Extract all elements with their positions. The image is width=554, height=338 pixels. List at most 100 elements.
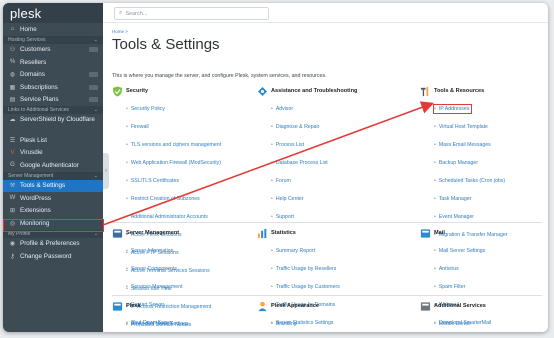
link-antivirus[interactable]: Antivirus xyxy=(434,266,459,272)
category-title: Plesk xyxy=(126,303,141,309)
sidebar-item-wordpress[interactable]: W WordPress xyxy=(3,192,103,205)
link-security-policy[interactable]: Security Policy xyxy=(126,106,165,112)
link-ip-addresses[interactable]: IP Addresses xyxy=(432,103,473,115)
category-link-row: Backup Manager xyxy=(434,151,507,169)
link-mobile-center[interactable]: Mobile Center xyxy=(434,321,471,327)
category-header: Statistics xyxy=(257,228,340,238)
link-backup-manager[interactable]: Backup Manager xyxy=(434,160,478,166)
link-task-manager[interactable]: Task Manager xyxy=(434,196,471,202)
link-restrict-creation-of-subzones[interactable]: Restrict Creation of Subzones xyxy=(126,196,200,202)
tools-resources-icon xyxy=(420,86,429,96)
sidebar-item-plesk-list[interactable]: ☰ Plesk List xyxy=(3,134,103,147)
virus-icon: V xyxy=(10,149,15,156)
counter-badge xyxy=(89,47,98,53)
category-header: Mail xyxy=(420,228,491,238)
sidebar-section-header[interactable]: Hosting Services ⌄ xyxy=(3,35,103,44)
link-process-list[interactable]: Process List xyxy=(271,142,304,148)
sidebar-item-label: Service Plans xyxy=(20,96,59,104)
link-firewall[interactable]: Firewall xyxy=(126,124,149,130)
assistance-icon xyxy=(257,86,268,96)
sidebar-section-label: Hosting Services xyxy=(8,36,46,43)
statistics-icon xyxy=(257,228,267,238)
link-restricted-mode-settings[interactable]: Restricted Mode Settings xyxy=(126,321,189,327)
category-link-row: Restricted Mode Settings xyxy=(126,312,189,330)
category-link-row: Summary Report xyxy=(271,239,340,257)
sidebar-item-label: Tools & Settings xyxy=(20,182,66,190)
sidebar-item-virusdie[interactable]: V Virusdie xyxy=(3,147,103,160)
sidebar-item-profile-preferences[interactable]: ◉ Profile & Preferences xyxy=(3,238,103,251)
category-link-row: Task Manager xyxy=(434,187,507,205)
link-summary-report[interactable]: Summary Report xyxy=(271,248,315,254)
link-traffic-usage-by-resellers[interactable]: Traffic Usage by Resellers xyxy=(271,266,336,272)
percent-icon: % xyxy=(9,59,16,66)
sidebar-item-subscriptions[interactable]: ▦ Subscriptions xyxy=(3,81,103,94)
breadcrumb[interactable]: Home > xyxy=(112,29,128,34)
chevron-down-icon: ⌄ xyxy=(93,172,98,179)
search-input[interactable]: ⌕ Search... xyxy=(114,7,269,20)
sidebar-section-label: Server Management xyxy=(8,172,54,179)
category-link-row: Traffic Usage by Customers xyxy=(271,275,340,293)
sidebar-section-header[interactable]: Links to Additional Services ⌄ xyxy=(3,106,103,114)
appearance-icon xyxy=(258,301,267,311)
link-server-information[interactable]: Server Information xyxy=(126,248,174,254)
sidebar-section-header[interactable]: Server Management ⌄ xyxy=(3,171,103,180)
link-virtual-host-template[interactable]: Virtual Host Template xyxy=(434,124,488,130)
category-title: Assistance and Troubleshooting xyxy=(271,88,358,94)
link-web-application-firewall-modsecurity[interactable]: Web Application Firewall (ModSecurity) xyxy=(126,160,221,166)
link-scheduled-tasks-cron-jobs[interactable]: Scheduled Tasks (Cron jobs) xyxy=(434,178,505,184)
link-advisor[interactable]: Advisor xyxy=(271,106,293,112)
grid-icon: ▦ xyxy=(9,84,16,91)
link-traffic-usage-by-customers[interactable]: Traffic Usage by Customers xyxy=(271,284,340,290)
category-title: Mail xyxy=(434,230,445,236)
link-services-management[interactable]: Services Management xyxy=(126,284,182,290)
link-additional-administrator-accounts[interactable]: Additional Administrator Accounts xyxy=(126,214,208,220)
link-mass-email-messages[interactable]: Mass Email Messages xyxy=(434,142,491,148)
sidebar-item-extensions[interactable]: ⊞ Extensions xyxy=(3,205,103,218)
globe-icon: ◍ xyxy=(9,72,16,79)
sidebar-item-customers[interactable]: ⚇ Customers xyxy=(3,44,103,57)
plesk-logo[interactable]: plesk xyxy=(3,3,103,23)
link-spam-filter[interactable]: Spam Filter xyxy=(434,284,465,290)
sidebar-item-home[interactable]: ⌂ Home xyxy=(3,23,103,36)
category-appearance: Plesk Appearance Branding xyxy=(257,301,319,330)
category-link-row: Security Policy xyxy=(126,97,221,115)
category-link-row: Web Application Firewall (ModSecurity) xyxy=(126,151,221,169)
list-icon: ☰ xyxy=(9,137,16,144)
plans-icon: ▤ xyxy=(9,97,16,104)
category-link-row: Mail Server Settings xyxy=(434,239,491,257)
category-header: Assistance and Troubleshooting xyxy=(257,86,357,96)
category-link-row: Mobile Center xyxy=(434,312,486,330)
sidebar-item-servershield-by-cloudflare[interactable]: ☁ ServerShield by Cloudflare xyxy=(3,114,103,134)
link-forum[interactable]: Forum xyxy=(271,178,291,184)
sidebar-item-label: Subscriptions xyxy=(20,83,58,91)
category-title: Plesk Appearance xyxy=(271,303,319,309)
category-link-row: Antivirus xyxy=(434,257,491,275)
link-tls-versions-and-ciphers-management[interactable]: TLS versions and ciphers management xyxy=(126,142,221,148)
sidebar-item-service-plans[interactable]: ▤ Service Plans xyxy=(3,94,103,107)
cloud-icon: ☁ xyxy=(9,117,16,123)
link-help-center[interactable]: Help Center xyxy=(271,196,304,202)
category-header: Server Management xyxy=(112,228,182,238)
category-link-row: Advisor xyxy=(271,97,357,115)
wordpress-icon: W xyxy=(9,195,16,202)
link-mail-server-settings[interactable]: Mail Server Settings xyxy=(434,248,485,254)
sidebar-item-change-password[interactable]: ⚷ Change Password xyxy=(3,250,103,263)
link-database-process-list[interactable]: Database Process List xyxy=(271,160,328,166)
extensions-icon: ⊞ xyxy=(9,208,16,215)
additional-icon xyxy=(420,301,431,311)
profile-icon: ◉ xyxy=(9,241,16,248)
sidebar-item-tools-settings[interactable]: ⚒ Tools & Settings xyxy=(3,179,103,192)
link-diagnose-repair[interactable]: Diagnose & Repair xyxy=(271,124,319,130)
sidebar-item-domains[interactable]: ◍ Domains xyxy=(3,69,103,82)
sidebar-item-google-authenticator[interactable]: G Google Authenticator xyxy=(3,159,103,172)
category-links: Restricted Mode Settings xyxy=(126,312,189,330)
link-event-manager[interactable]: Event Manager xyxy=(434,214,474,220)
sidebar-item-resellers[interactable]: % Resellers xyxy=(3,56,103,69)
link-support[interactable]: Support xyxy=(271,214,294,220)
link-ssl-tls-certificates[interactable]: SSL/TLS Certificates xyxy=(126,178,179,184)
category-link-row: Services Management xyxy=(126,275,182,293)
link-server-components[interactable]: Server Components xyxy=(126,266,177,272)
link-branding[interactable]: Branding xyxy=(271,321,297,327)
mail-icon xyxy=(420,228,431,238)
sidebar-item-label: Extensions xyxy=(20,207,51,215)
